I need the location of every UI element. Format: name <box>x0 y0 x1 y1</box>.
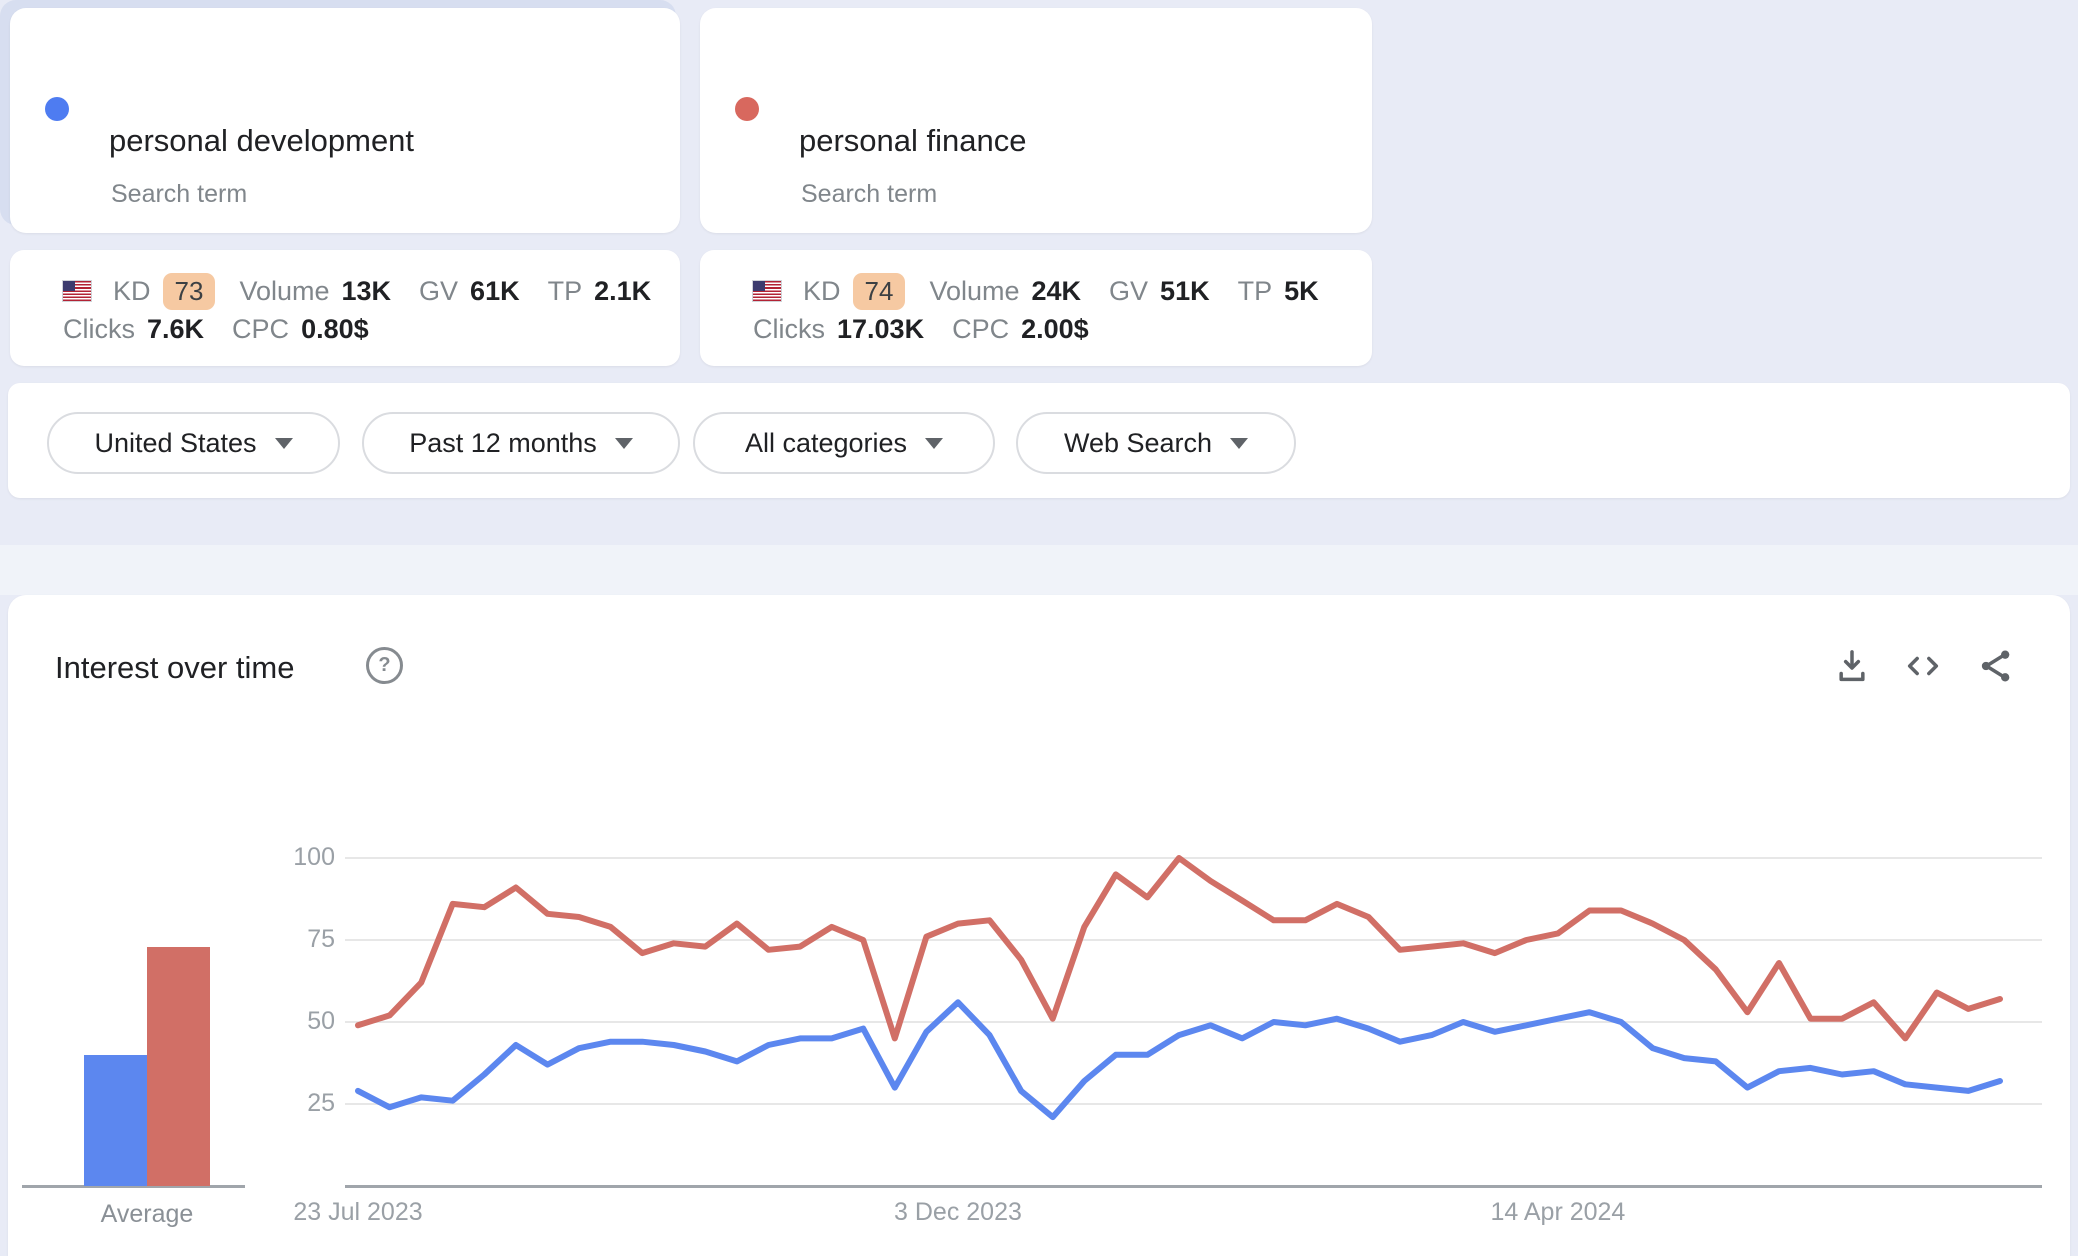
series-color-dot <box>45 97 69 121</box>
kd-label: KD <box>803 276 841 307</box>
y-axis-tick-label: 50 <box>235 1007 335 1036</box>
kd-badge: 74 <box>853 273 906 310</box>
y-axis-tick-label: 100 <box>235 843 335 872</box>
volume-label: Volume <box>239 276 329 307</box>
volume-value: 13K <box>342 276 392 307</box>
kd-label: KD <box>113 276 151 307</box>
kd-badge: 73 <box>163 273 216 310</box>
x-axis-date-label: 23 Jul 2023 <box>293 1198 422 1227</box>
y-gridline <box>345 939 2042 941</box>
help-icon[interactable]: ? <box>366 647 403 684</box>
category-filter-label: All categories <box>745 428 907 459</box>
tp-label: TP <box>1238 276 1273 307</box>
embed-code-icon[interactable] <box>1903 646 1943 686</box>
search-term-card-2[interactable]: personal finance Search term <box>700 8 1372 233</box>
search-term-type: Search term <box>801 180 937 209</box>
gv-value: 61K <box>470 276 520 307</box>
section-background-band <box>0 545 2078 595</box>
google-trends-explore-page: personal development Search term persona… <box>0 0 2078 1256</box>
tp-label: TP <box>548 276 583 307</box>
clicks-label: Clicks <box>753 314 825 345</box>
search-term-title: personal finance <box>799 123 1027 159</box>
seo-metrics-card-1: KD 73 Volume 13K GV 61K TP 2.1K Clicks 7… <box>10 250 680 366</box>
volume-value: 24K <box>1032 276 1082 307</box>
average-bar-red <box>147 947 210 1186</box>
time-range-filter-dropdown[interactable]: Past 12 months <box>362 412 680 474</box>
metrics-line-2: Clicks 17.03K CPC 2.00$ <box>753 310 1372 348</box>
us-flag-icon <box>63 281 91 301</box>
tp-value: 2.1K <box>594 276 651 307</box>
question-mark-glyph: ? <box>378 654 390 677</box>
y-axis-tick-label: 25 <box>235 1089 335 1118</box>
metrics-line-1: KD 73 Volume 13K GV 61K TP 2.1K <box>63 272 680 310</box>
x-axis-date-label: 3 Dec 2023 <box>894 1198 1022 1227</box>
gv-value: 51K <box>1160 276 1210 307</box>
x-axis-line <box>345 1185 2042 1188</box>
cpc-value: 0.80$ <box>301 314 369 345</box>
y-gridline <box>345 1103 2042 1105</box>
gv-label: GV <box>1109 276 1148 307</box>
seo-metrics-card-2: KD 74 Volume 24K GV 51K TP 5K Clicks 17.… <box>700 250 1372 366</box>
panel-title: Interest over time <box>55 650 294 686</box>
filter-bar: United States Past 12 months All categor… <box>8 383 2070 498</box>
chevron-down-icon <box>1230 438 1248 449</box>
metrics-line-2: Clicks 7.6K CPC 0.80$ <box>63 310 680 348</box>
search-type-filter-label: Web Search <box>1064 428 1212 459</box>
x-axis-date-label: 14 Apr 2024 <box>1491 1198 1626 1227</box>
cpc-value: 2.00$ <box>1021 314 1089 345</box>
clicks-label: Clicks <box>63 314 135 345</box>
search-term-card-1[interactable]: personal development Search term <box>10 8 680 233</box>
average-bar-blue <box>84 1055 147 1186</box>
share-icon[interactable] <box>1976 646 2016 686</box>
time-range-filter-label: Past 12 months <box>409 428 597 459</box>
category-filter-dropdown[interactable]: All categories <box>693 412 995 474</box>
us-flag-icon <box>753 281 781 301</box>
tp-value: 5K <box>1284 276 1319 307</box>
chevron-down-icon <box>275 438 293 449</box>
clicks-value: 17.03K <box>837 314 924 345</box>
gv-label: GV <box>419 276 458 307</box>
cpc-label: CPC <box>952 314 1009 345</box>
chevron-down-icon <box>925 438 943 449</box>
metrics-line-1: KD 74 Volume 24K GV 51K TP 5K <box>753 272 1372 310</box>
search-term-title: personal development <box>109 123 414 159</box>
search-type-filter-dropdown[interactable]: Web Search <box>1016 412 1296 474</box>
volume-label: Volume <box>929 276 1019 307</box>
search-term-type: Search term <box>111 180 247 209</box>
chevron-down-icon <box>615 438 633 449</box>
cpc-label: CPC <box>232 314 289 345</box>
y-gridline <box>345 857 2042 859</box>
y-axis-tick-label: 75 <box>235 925 335 954</box>
series-color-dot <box>735 97 759 121</box>
clicks-value: 7.6K <box>147 314 204 345</box>
average-label: Average <box>101 1200 194 1229</box>
y-gridline <box>345 1021 2042 1023</box>
download-icon[interactable] <box>1832 646 1872 686</box>
region-filter-dropdown[interactable]: United States <box>47 412 340 474</box>
region-filter-label: United States <box>94 428 256 459</box>
